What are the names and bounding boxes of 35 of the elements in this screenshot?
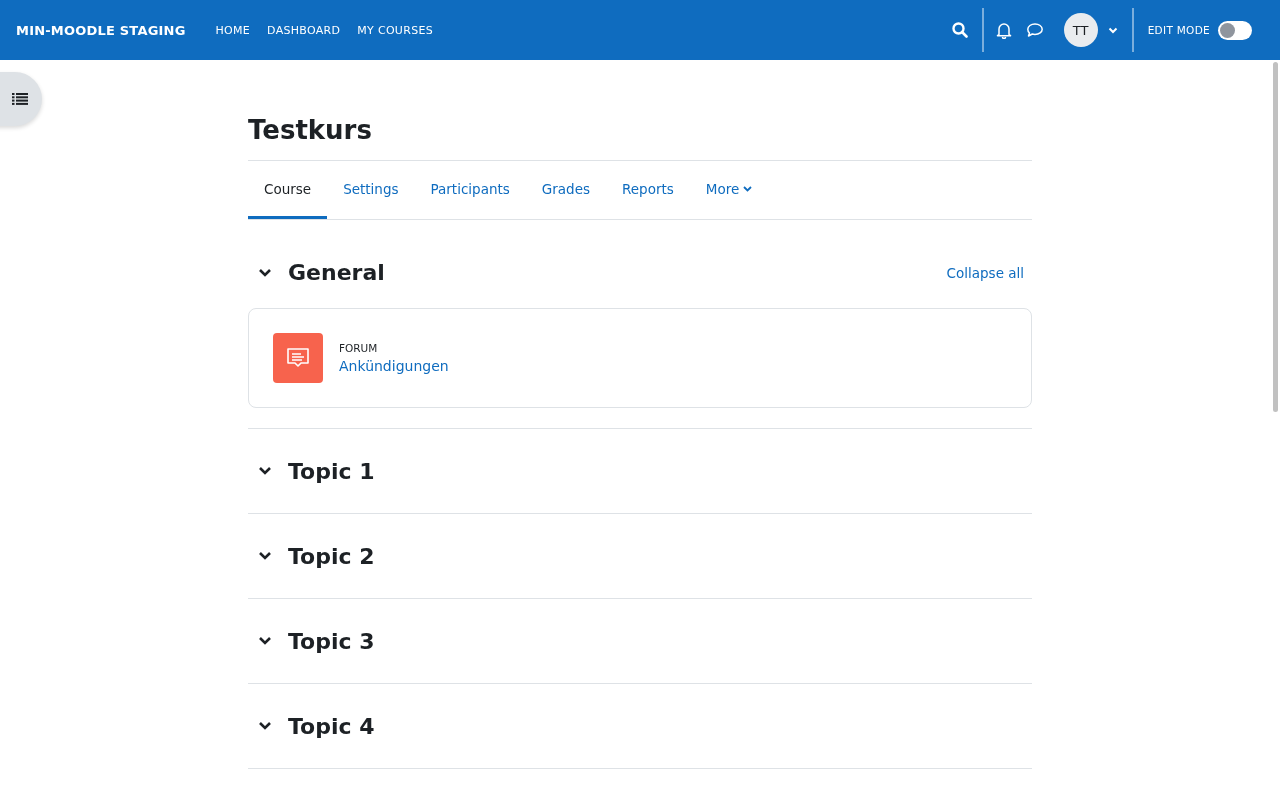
list-icon [12,93,28,105]
tab[interactable]: Participants [414,161,526,219]
collapse-all-link[interactable]: Collapse all [946,264,1024,281]
chevron-icon[interactable] [258,636,272,646]
caret-icon[interactable] [1107,26,1118,34]
chevron-icon[interactable] [258,466,272,476]
search-icon[interactable] [951,22,968,38]
section-title[interactable]: General [288,260,385,285]
course-title: Testkurs [248,114,373,146]
activity-link[interactable]: Ankündigungen [339,358,449,374]
chat-icon[interactable] [1025,22,1044,38]
caret-icon [743,185,753,192]
nav-link[interactable]: MY COURSES [357,23,433,37]
chevron-icon[interactable] [258,721,272,731]
chevron-icon[interactable] [258,551,272,561]
course-index-button[interactable] [0,72,42,126]
section-title[interactable]: Topic 2 [288,543,375,569]
scrollbar[interactable] [1273,62,1278,412]
user-avatar[interactable]: TT [1063,13,1098,47]
bell-icon[interactable] [995,21,1012,39]
edit-mode-toggle[interactable] [1218,20,1252,40]
chevron-icon[interactable] [258,267,272,278]
tab[interactable]: Course [248,161,328,219]
section-title[interactable]: Topic 4 [288,713,375,739]
tab[interactable]: More [689,161,769,219]
nav-link[interactable]: HOME [215,23,251,37]
activity-type: FORUM [339,342,379,354]
tab[interactable]: Grades [525,161,607,219]
tab[interactable]: Settings [327,161,415,219]
section-title[interactable]: Topic 1 [288,458,375,484]
tab[interactable]: Reports [606,161,690,219]
nav-link[interactable]: DASHBOARD [267,23,341,37]
edit-mode-label: EDIT MODE [1147,24,1210,36]
section-title[interactable]: Topic 3 [288,628,375,654]
site-name[interactable]: MIN-MOODLE STAGING [16,22,186,38]
